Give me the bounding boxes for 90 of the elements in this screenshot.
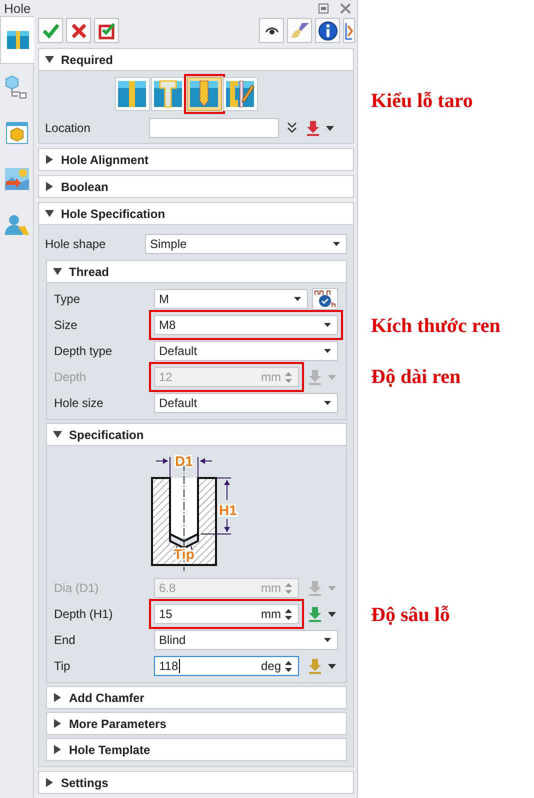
hole-type-button[interactable]	[114, 77, 150, 111]
image-icon	[4, 167, 30, 191]
dropdown[interactable]: Simple	[145, 234, 347, 254]
spinner-icon[interactable]	[285, 660, 292, 672]
field-label: End	[54, 633, 76, 647]
caret-icon	[324, 401, 331, 405]
section-header[interactable]: Hole Specification	[38, 202, 354, 225]
expand-icon	[45, 155, 54, 164]
pick-arrow-icon[interactable]	[305, 120, 321, 136]
section-header[interactable]: Hole Alignment	[38, 148, 354, 171]
cancel-button[interactable]	[66, 18, 91, 43]
help-button[interactable]	[343, 18, 355, 43]
section-header[interactable]: Settings	[38, 771, 354, 794]
restore-icon[interactable]	[318, 2, 329, 14]
caret-icon[interactable]	[328, 612, 336, 616]
dropdown[interactable]: M	[154, 289, 308, 309]
unit-toggle-button[interactable]	[312, 288, 338, 310]
hole-type-button[interactable]	[150, 77, 186, 111]
expand-icon	[45, 55, 54, 64]
expand-icon	[45, 209, 54, 218]
annotation-text: Độ sâu lỗ	[371, 604, 450, 627]
annotation-text: Kích thước ren	[371, 315, 500, 338]
caret-icon	[324, 638, 331, 642]
info-button[interactable]	[315, 18, 340, 43]
section-header[interactable]: Hole Template	[46, 738, 347, 761]
section-header[interactable]: Thread	[46, 260, 347, 283]
brush-button[interactable]	[287, 18, 312, 43]
field-label: Location	[45, 121, 92, 135]
location-field[interactable]	[149, 118, 279, 138]
field-label: Hole size	[54, 396, 104, 410]
expand-icon	[53, 693, 62, 702]
field-label: Depth type	[54, 344, 114, 358]
number-field[interactable]: 118 deg	[154, 656, 299, 676]
caret-icon	[294, 297, 301, 301]
expand-icon	[53, 430, 62, 439]
section-header[interactable]: Boolean	[38, 175, 354, 198]
side-tab[interactable]	[0, 16, 34, 64]
field-label: Depth (H1)	[54, 607, 114, 621]
hole-type-icon	[189, 79, 219, 109]
expand-icon	[53, 267, 62, 276]
caret-icon[interactable]	[328, 664, 336, 668]
hole-type-button[interactable]	[222, 77, 258, 111]
ok-button[interactable]	[38, 18, 63, 43]
section-header[interactable]: More Parameters	[46, 712, 347, 735]
annotation-text: Độ dài ren	[371, 366, 461, 389]
field-label: Depth	[54, 370, 88, 384]
field-label: Hole shape	[45, 237, 107, 251]
expand-icon	[45, 778, 54, 787]
apply-button[interactable]	[94, 18, 119, 43]
checkbox-icon	[98, 22, 116, 40]
section-header[interactable]: Add Chamfer	[46, 686, 347, 709]
dropdown[interactable]: Default	[154, 393, 338, 413]
field-label: Size	[54, 318, 78, 332]
pick-arrow-icon[interactable]	[307, 606, 323, 622]
help-icon	[345, 22, 353, 40]
user-icon	[4, 213, 30, 237]
field-label: Type	[54, 292, 82, 306]
caret-icon	[333, 242, 340, 246]
dimension-label: H1	[219, 502, 237, 518]
brush-icon	[290, 22, 310, 40]
section-header[interactable]: Required	[38, 48, 354, 71]
check-icon	[42, 22, 60, 38]
dropdown[interactable]: Default	[154, 341, 338, 361]
field-label: Tip	[54, 659, 72, 673]
section-header[interactable]: Specification	[46, 423, 347, 446]
unit-icon	[314, 290, 336, 308]
close-icon[interactable]	[339, 2, 352, 14]
spinner-icon[interactable]	[285, 608, 292, 620]
info-icon	[318, 20, 338, 40]
caret-icon	[324, 349, 331, 353]
tree-icon	[4, 74, 30, 100]
caret-icon	[324, 323, 331, 327]
hole-type-icon	[153, 79, 183, 109]
eye-button[interactable]	[259, 18, 284, 43]
cube-icon	[4, 121, 28, 145]
hole-type-icon	[117, 79, 147, 109]
hole-icon	[6, 28, 30, 52]
eye-icon	[264, 26, 278, 36]
cross-icon	[70, 22, 86, 38]
double-chevron-icon[interactable]	[287, 122, 297, 134]
expand-icon	[45, 182, 54, 191]
field-label: Dia (D1)	[54, 581, 100, 595]
dropdown[interactable]: Blind	[154, 630, 338, 650]
caret-icon[interactable]	[326, 126, 334, 130]
hole-type-icon	[225, 79, 255, 109]
expand-icon	[53, 719, 62, 728]
annotation-text: Kiểu lỗ taro	[371, 90, 473, 113]
window-title: Hole	[4, 0, 31, 16]
expand-icon	[53, 745, 62, 754]
dimension-label: D1	[175, 453, 193, 469]
